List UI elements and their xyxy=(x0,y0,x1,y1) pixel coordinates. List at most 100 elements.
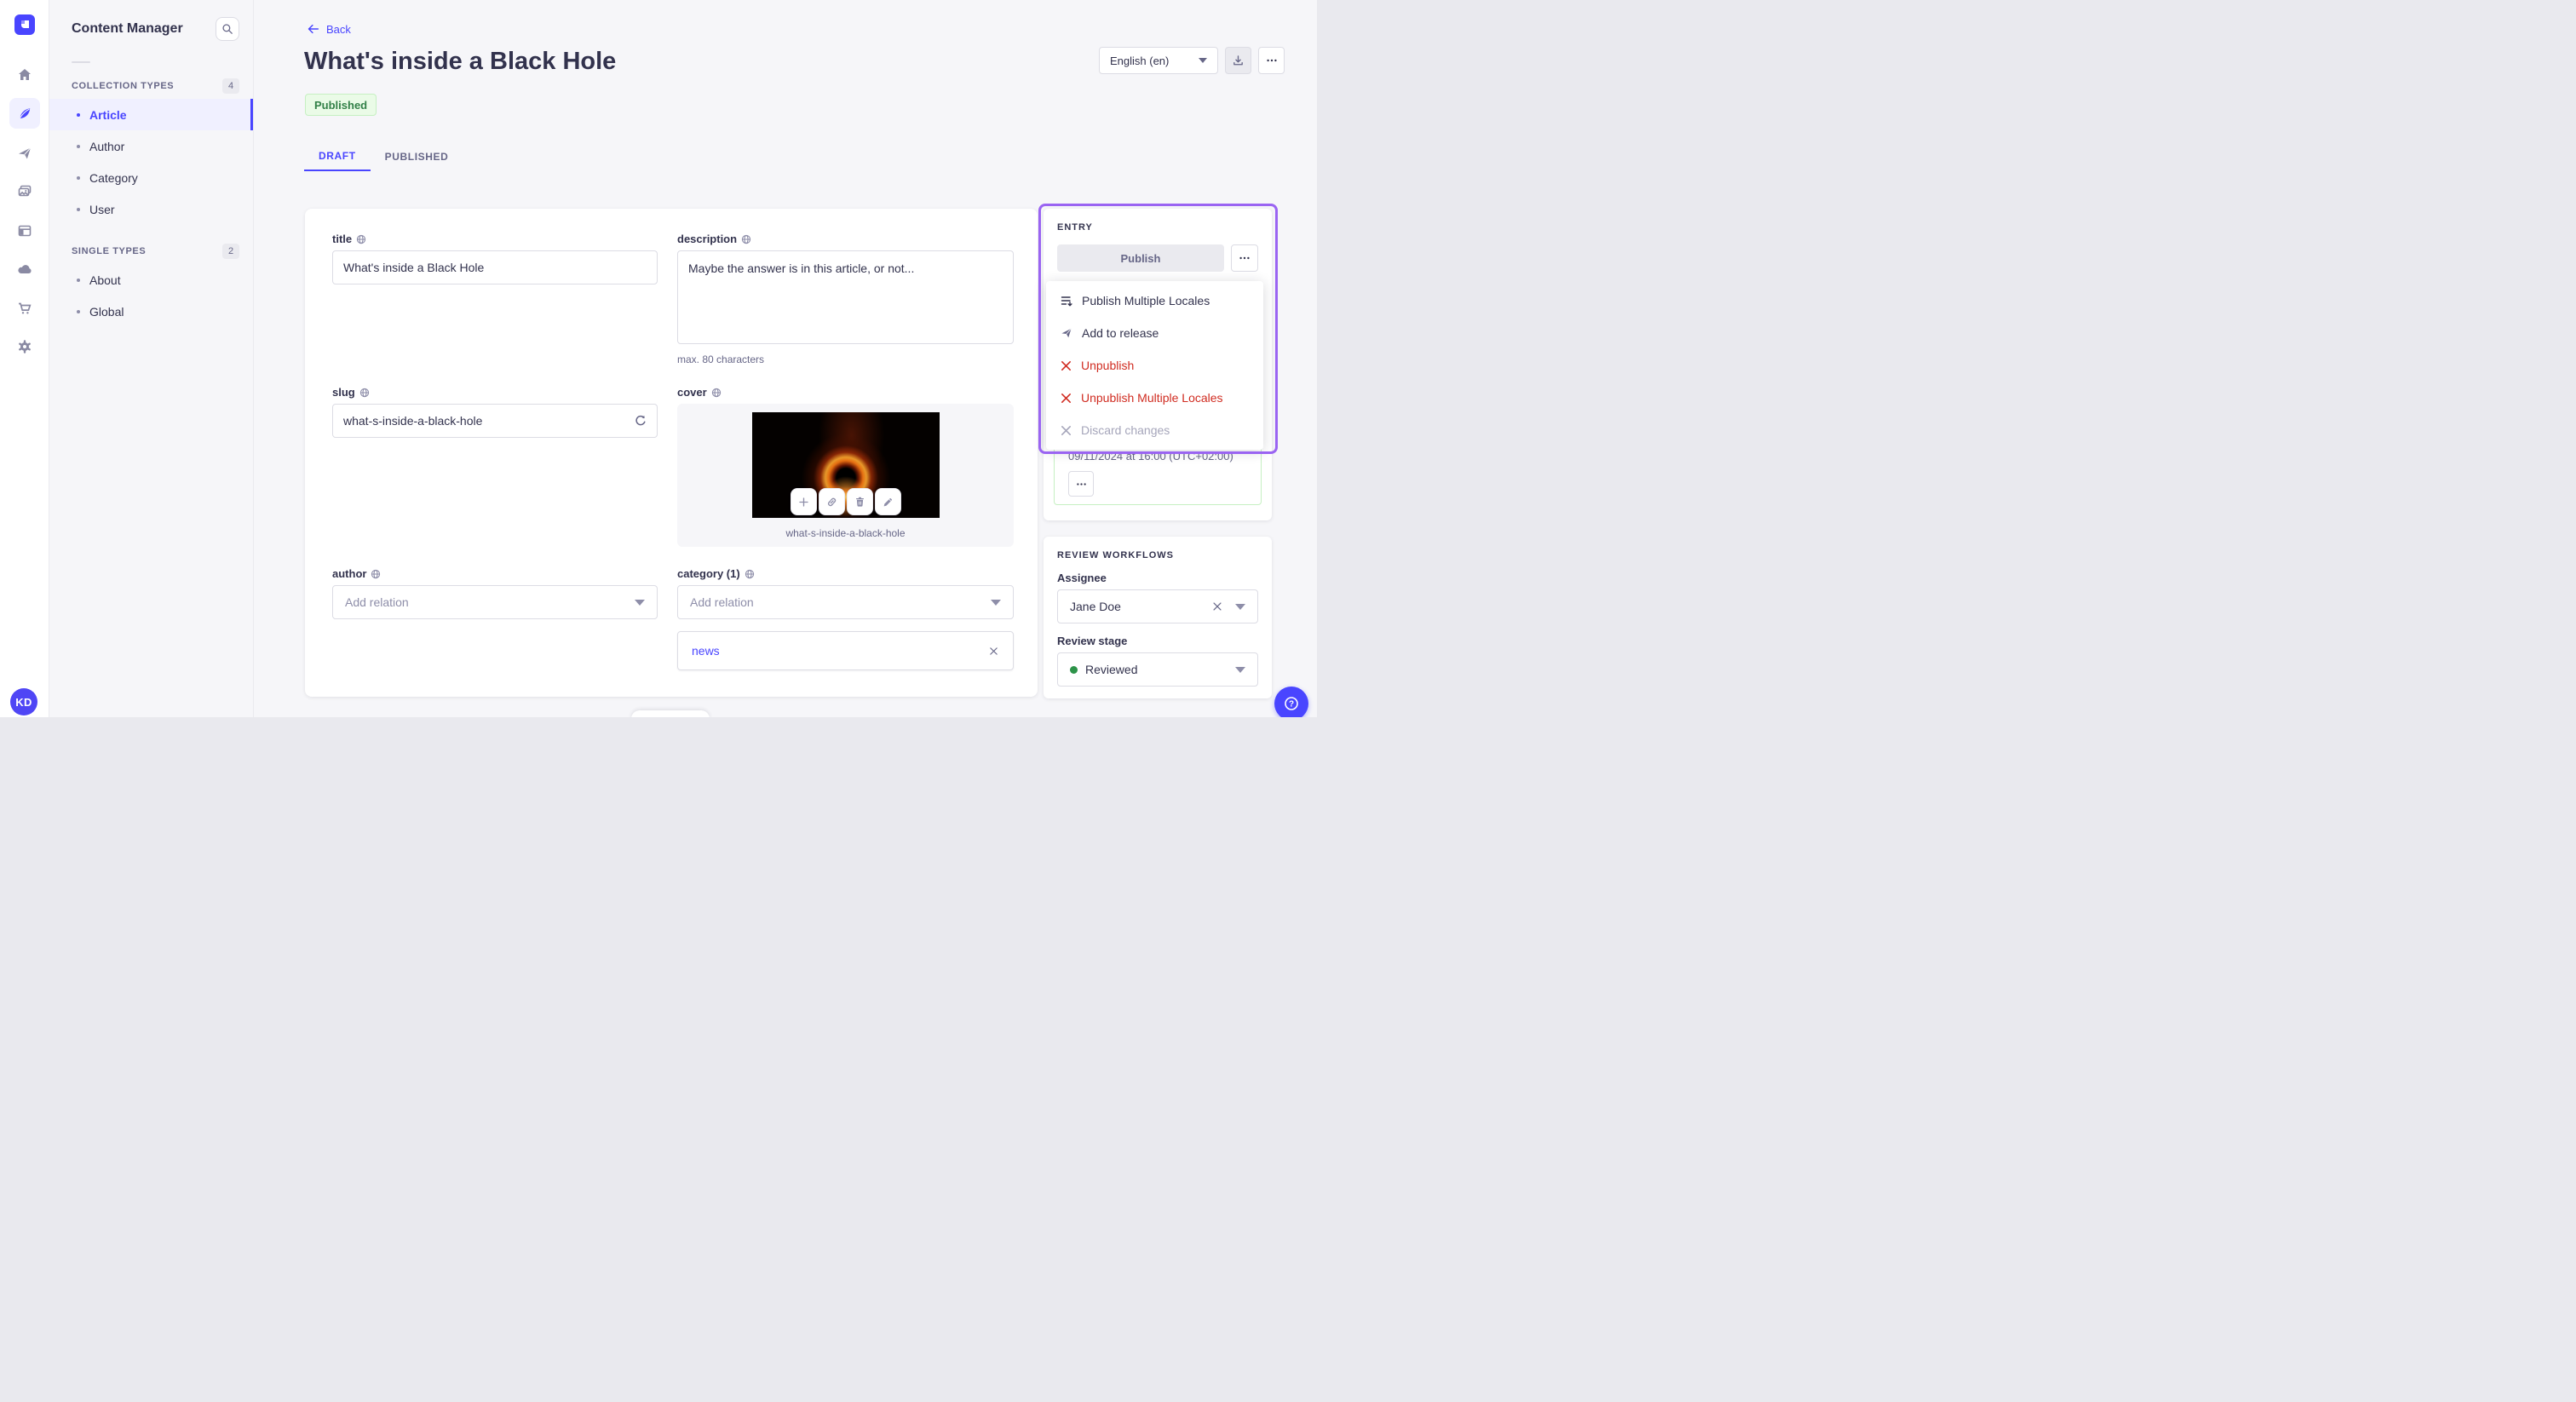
sidebar-item-user[interactable]: User xyxy=(49,193,253,225)
page-title: What's inside a Black Hole xyxy=(304,48,617,75)
back-link[interactable]: Back xyxy=(305,22,351,36)
author-relation-select[interactable]: Add relation xyxy=(332,585,658,619)
sidebar-item-category[interactable]: Category xyxy=(49,162,253,193)
relation-news-link[interactable]: news xyxy=(692,644,720,658)
menu-item-unpublish-multiple-locales[interactable]: Unpublish Multiple Locales xyxy=(1046,382,1263,414)
sidebar-item-author[interactable]: Author xyxy=(49,130,253,162)
entry-more-button[interactable] xyxy=(1231,244,1258,272)
category-relation-select[interactable]: Add relation xyxy=(677,585,1014,619)
settings-gear-icon[interactable] xyxy=(9,331,40,362)
list-locales-icon xyxy=(1061,296,1072,307)
review-stage-label: Review stage xyxy=(1057,635,1128,647)
edit-media-button[interactable] xyxy=(874,488,901,515)
floating-pill xyxy=(631,710,710,717)
cover-toolbar xyxy=(790,488,901,515)
field-title: title xyxy=(332,233,658,365)
menu-item-discard-changes[interactable]: Discard changes xyxy=(1046,414,1263,446)
clear-assignee-button[interactable] xyxy=(1211,600,1223,612)
sidebar-item-article[interactable]: Article xyxy=(49,99,253,130)
regenerate-slug-button[interactable] xyxy=(632,412,649,429)
locale-select[interactable]: English (en) xyxy=(1099,47,1218,74)
pencil-icon xyxy=(883,497,892,506)
bullet-icon xyxy=(77,207,80,211)
publish-button[interactable]: Publish xyxy=(1057,244,1224,272)
category-label: category (1) xyxy=(677,567,740,580)
search-icon xyxy=(222,24,233,34)
media-library-icon[interactable] xyxy=(9,176,40,207)
field-category: category (1) Add relation news xyxy=(677,567,1014,670)
menu-item-add-to-release[interactable]: Add to release xyxy=(1046,317,1263,349)
menu-item-publish-multiple-locales[interactable]: Publish Multiple Locales xyxy=(1046,284,1263,317)
content-type-builder-icon[interactable] xyxy=(9,215,40,246)
slug-input[interactable] xyxy=(332,404,658,438)
field-slug: slug xyxy=(332,386,658,547)
cover-filename: what-s-inside-a-black-hole xyxy=(785,527,906,539)
sidebar-item-about[interactable]: About xyxy=(49,264,253,296)
subnav-title: Content Manager xyxy=(72,21,183,36)
download-button[interactable] xyxy=(1225,47,1251,74)
sidebar-item-global[interactable]: Global xyxy=(49,296,253,327)
header-more-button[interactable] xyxy=(1258,47,1285,74)
icon-rail: KD xyxy=(0,0,49,717)
section-collection-types: COLLECTION TYPES xyxy=(72,81,175,91)
collection-types-list: Article Author Category User xyxy=(49,99,253,225)
i18n-globe-icon xyxy=(741,234,751,244)
description-textarea[interactable]: Maybe the answer is in this article, or … xyxy=(677,250,1014,344)
more-horizontal-icon xyxy=(1239,256,1250,260)
bullet-icon xyxy=(77,175,80,180)
remove-relation-button[interactable] xyxy=(988,646,999,657)
assignee-value: Jane Doe xyxy=(1070,600,1121,613)
cover-label: cover xyxy=(677,386,707,399)
chevron-down-icon xyxy=(1199,58,1207,63)
collection-types-count: 4 xyxy=(222,78,239,94)
title-input[interactable] xyxy=(332,250,658,284)
schedule-datetime: 09/11/2024 at 16:00 (UTC+02:00) xyxy=(1068,450,1233,463)
chevron-down-icon xyxy=(991,599,1001,606)
section-single-types: SINGLE TYPES xyxy=(72,246,147,256)
stage-status-dot xyxy=(1070,665,1078,674)
version-tabs: DRAFT PUBLISHED xyxy=(304,141,463,171)
delete-media-button[interactable] xyxy=(846,488,873,515)
review-workflows-panel: REVIEW WORKFLOWS Assignee Jane Doe Revie… xyxy=(1044,537,1272,698)
user-avatar[interactable]: KD xyxy=(10,688,37,715)
copy-link-button[interactable] xyxy=(818,488,845,515)
content-manager-icon[interactable] xyxy=(9,98,40,129)
i18n-globe-icon xyxy=(356,234,366,244)
edit-form-card: title description Maybe the answer is in… xyxy=(305,209,1038,697)
cross-icon xyxy=(1061,360,1071,371)
tab-draft[interactable]: DRAFT xyxy=(304,141,371,171)
home-icon[interactable] xyxy=(9,60,40,90)
entry-actions-menu: Publish Multiple Locales Add to release … xyxy=(1046,281,1263,450)
strapi-logo[interactable] xyxy=(14,14,35,35)
category-relation-item: news xyxy=(677,631,1014,670)
tab-published[interactable]: PUBLISHED xyxy=(371,141,463,171)
description-hint: max. 80 characters xyxy=(677,353,765,365)
cross-icon xyxy=(1061,393,1071,403)
schedule-more-button[interactable] xyxy=(1068,471,1094,497)
menu-item-unpublish[interactable]: Unpublish xyxy=(1046,349,1263,382)
subnav-divider xyxy=(72,61,90,63)
back-arrow-icon xyxy=(308,24,319,34)
trash-icon xyxy=(855,497,864,507)
field-cover: cover what-s-inside-a-black-hole xyxy=(677,386,1014,547)
single-types-list: About Global xyxy=(49,264,253,327)
refresh-icon xyxy=(635,415,646,426)
close-icon xyxy=(990,646,998,655)
bullet-icon xyxy=(77,112,80,117)
search-button[interactable] xyxy=(216,17,239,41)
releases-icon[interactable] xyxy=(9,138,40,169)
review-stage-select[interactable]: Reviewed xyxy=(1057,652,1258,687)
purchases-cart-icon[interactable] xyxy=(9,293,40,324)
assignee-select[interactable]: Jane Doe xyxy=(1057,589,1258,623)
help-button[interactable]: ? xyxy=(1274,687,1308,717)
entry-heading: ENTRY xyxy=(1057,222,1093,233)
bullet-icon xyxy=(77,144,80,148)
author-label: author xyxy=(332,567,367,580)
cloud-icon[interactable] xyxy=(9,254,40,284)
status-badge: Published xyxy=(305,94,377,116)
bullet-icon xyxy=(77,309,80,313)
link-icon xyxy=(827,497,836,506)
add-media-button[interactable] xyxy=(790,488,817,515)
chevron-down-icon xyxy=(635,599,645,606)
app-root: KD Content Manager COLLECTION TYPES 4 Ar… xyxy=(0,0,1317,717)
